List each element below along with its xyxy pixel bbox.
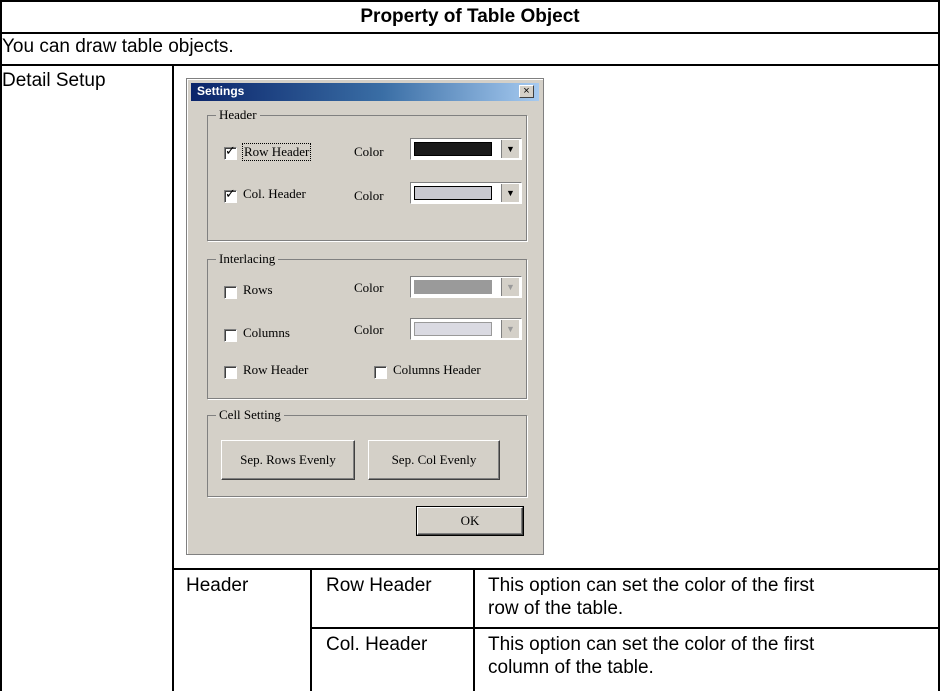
table-col-divider [172,64,174,691]
detail-setup-label: Detail Setup [2,70,106,91]
columns-label[interactable]: Columns [243,325,290,341]
sep-col-evenly-button[interactable]: Sep. Col Evenly [368,440,500,480]
columns-checkbox[interactable] [224,329,237,342]
rows-color-swatch [414,280,492,294]
interlacing-group: Interlacing Rows Color ▼ Columns Color ▼… [207,251,527,399]
sep-rows-evenly-button[interactable]: Sep. Rows Evenly [221,440,355,480]
rows-label[interactable]: Rows [243,282,273,298]
header-group-label: Header [216,107,260,123]
col-header-color-picker[interactable]: ▼ [410,182,522,204]
table-col-divider-3 [473,568,475,691]
cell-setting-group-label: Cell Setting [216,407,284,423]
dialog-titlebar[interactable]: Settings × [191,83,539,101]
row-header-color-picker[interactable]: ▼ [410,138,522,160]
table-col-divider-2 [310,568,312,691]
row-header-checkbox[interactable]: ✓ [224,144,237,160]
col-header-item: Col. Header [326,634,428,655]
chevron-down-icon: ▼ [501,184,519,202]
col-header-label[interactable]: Col. Header [243,186,306,202]
table-rule-title [0,32,940,34]
col-header-desc-line1: This option can set the color of the fir… [488,634,815,655]
col-header-checkbox[interactable]: ✓ [224,187,237,203]
columns-color-label: Color [354,322,384,337]
table-rule-image [172,568,940,570]
interlace-row-header-label[interactable]: Row Header [243,362,308,378]
ok-button[interactable]: OK [416,506,524,536]
settings-dialog: Settings × Header ✓ Row Header Color ▼ ✓… [186,78,544,555]
chevron-down-icon: ▼ [501,320,519,338]
table-rule-row2 [310,627,940,629]
col-header-color-swatch [414,186,492,200]
check-icon: ✓ [225,187,236,202]
interlace-row-header-checkbox[interactable] [224,366,237,379]
chevron-down-icon: ▼ [501,278,519,296]
cell-setting-group: Cell Setting Sep. Rows Evenly Sep. Col E… [207,407,527,497]
check-icon: ✓ [225,144,236,159]
chevron-down-icon: ▼ [501,140,519,158]
rows-checkbox[interactable] [224,286,237,299]
intro-text: You can draw table objects. [2,36,234,57]
row-header-desc-line2: row of the table. [488,598,624,619]
row-header-color-label: Color [354,144,384,159]
rows-color-label: Color [354,280,384,295]
row-header-color-swatch [414,142,492,156]
close-button[interactable]: × [519,85,534,98]
header-group-cell: Header [186,575,249,596]
header-group: Header ✓ Row Header Color ▼ ✓ Col. Heade… [207,107,527,241]
rows-color-picker[interactable]: ▼ [410,276,522,298]
row-header-desc-line1: This option can set the color of the fir… [488,575,815,596]
columns-color-swatch [414,322,492,336]
columns-header-label[interactable]: Columns Header [393,362,481,378]
interlacing-group-label: Interlacing [216,251,279,267]
row-header-label[interactable]: Row Header [242,143,312,161]
columns-color-picker[interactable]: ▼ [410,318,522,340]
row-header-item: Row Header [326,575,432,596]
col-header-color-label: Color [354,188,384,203]
table-border-left [0,0,2,691]
table-title: Property of Table Object [360,6,580,27]
table-rule-intro [0,64,940,66]
dialog-title: Settings [197,84,245,98]
col-header-desc-line2: column of the table. [488,657,654,678]
close-icon: × [523,85,530,97]
columns-header-checkbox[interactable] [374,366,387,379]
